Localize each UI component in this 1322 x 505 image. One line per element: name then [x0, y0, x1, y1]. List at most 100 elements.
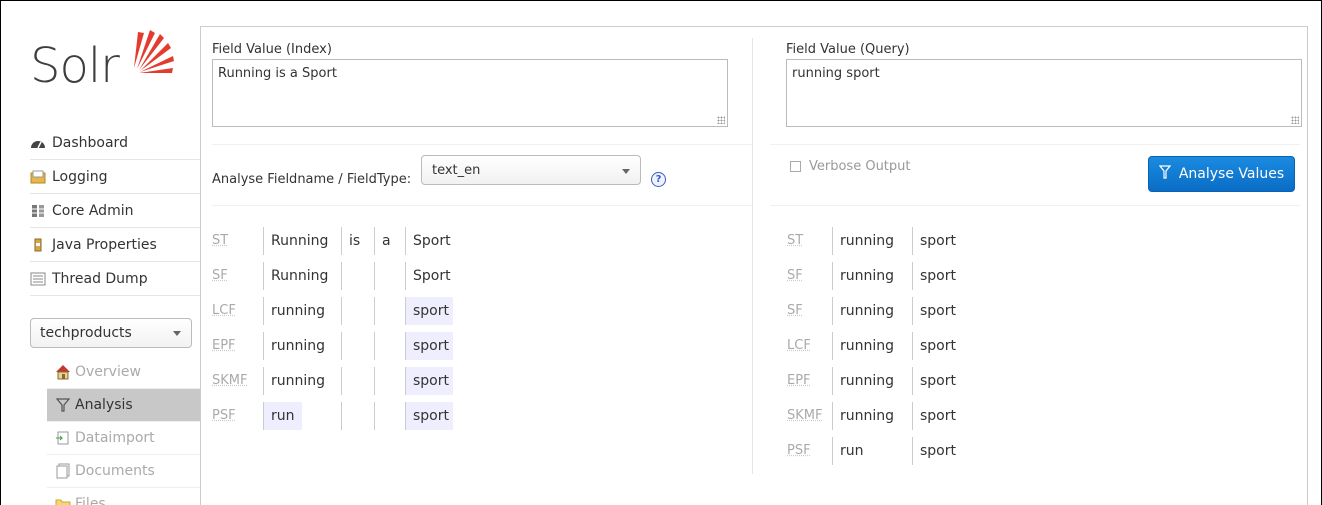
stage-label[interactable]: ST	[787, 233, 803, 248]
verbose-label: Verbose Output	[809, 159, 911, 174]
token: running	[263, 367, 333, 395]
core-selector-value: techproducts	[40, 325, 132, 341]
verbose-checkbox[interactable]	[790, 161, 801, 172]
core-nav: Overview Analysis Dataimport Documents F…	[47, 356, 200, 505]
token	[341, 262, 374, 290]
stage-label[interactable]: EPF	[787, 373, 811, 388]
token: sport	[912, 437, 972, 465]
stage-label[interactable]: SF	[787, 268, 803, 283]
nav-label: Thread Dump	[52, 270, 148, 287]
dashboard-icon	[30, 136, 46, 150]
filter-icon	[1158, 165, 1172, 183]
stage-label[interactable]: PSF	[787, 443, 811, 458]
token: running	[832, 227, 904, 255]
token: sport	[912, 367, 972, 395]
fieldtype-select[interactable]: text_en	[421, 155, 641, 185]
stage-label[interactable]: SKMF	[787, 408, 822, 423]
core-admin-icon	[30, 204, 46, 218]
token: running	[832, 402, 904, 430]
token	[374, 297, 405, 325]
token	[374, 332, 405, 360]
divider	[212, 144, 752, 145]
index-field-value: Running is a Sport	[218, 66, 337, 81]
token: Sport	[405, 262, 465, 290]
token	[374, 367, 405, 395]
token: sport	[912, 332, 972, 360]
query-field-value-input[interactable]: running sport	[786, 59, 1302, 127]
nav-java-properties[interactable]: Java Properties	[30, 228, 200, 262]
query-field-value: running sport	[792, 66, 880, 81]
token: sport	[405, 332, 453, 360]
index-field-label: Field Value (Index)	[212, 42, 332, 57]
logo-text: Solr	[30, 38, 120, 94]
analyse-values-label: Analyse Values	[1178, 166, 1285, 182]
token: is	[341, 227, 374, 255]
token: sport	[912, 297, 972, 325]
resize-grip-icon[interactable]	[1291, 116, 1299, 124]
java-properties-icon	[30, 238, 46, 252]
stage-label[interactable]: SKMF	[212, 373, 247, 388]
chevron-down-icon	[173, 331, 181, 336]
nav-label: Dashboard	[52, 134, 128, 151]
token: sport	[912, 262, 972, 290]
verbose-output-toggle[interactable]: Verbose Output	[790, 159, 911, 174]
token: sport	[405, 402, 453, 430]
nav-label: Java Properties	[52, 236, 157, 253]
core-nav-dataimport[interactable]: Dataimport	[47, 422, 200, 455]
core-nav-label: Analysis	[75, 397, 133, 413]
core-nav-documents[interactable]: Documents	[47, 455, 200, 488]
token: a	[374, 227, 405, 255]
token: running	[832, 367, 904, 395]
filter-icon	[55, 397, 71, 413]
logging-icon	[30, 170, 46, 184]
fieldtype-label: Analyse Fieldname / FieldType:	[212, 172, 412, 187]
divider	[212, 205, 752, 206]
token: running	[832, 262, 904, 290]
stage-label[interactable]: LCF	[787, 338, 811, 353]
solr-logo[interactable]: Solr	[30, 24, 180, 94]
divider	[770, 205, 1300, 206]
token: run	[832, 437, 904, 465]
token: Sport	[405, 227, 465, 255]
token: sport	[912, 227, 972, 255]
stage-label[interactable]: ST	[212, 233, 228, 248]
stage-label[interactable]: LCF	[212, 303, 236, 318]
fieldtype-value: text_en	[432, 163, 481, 178]
help-icon[interactable]: ?	[651, 172, 666, 187]
analyse-values-button[interactable]: Analyse Values	[1148, 156, 1295, 192]
token	[374, 262, 405, 290]
core-nav-analysis[interactable]: Analysis	[47, 389, 200, 422]
token	[341, 297, 374, 325]
nav-core-admin[interactable]: Core Admin	[30, 194, 200, 228]
chevron-down-icon	[622, 169, 630, 174]
core-nav-label: Files	[75, 496, 106, 505]
token: running	[832, 297, 904, 325]
stage-label[interactable]: EPF	[212, 338, 236, 353]
divider	[770, 144, 1300, 145]
nav-logging[interactable]: Logging	[30, 160, 200, 194]
core-nav-label: Documents	[75, 463, 155, 479]
resize-grip-icon[interactable]	[717, 116, 725, 124]
documents-icon	[55, 463, 71, 479]
nav-dashboard[interactable]: Dashboard	[30, 126, 200, 160]
panel-divider	[752, 38, 753, 474]
nav-thread-dump[interactable]: Thread Dump	[30, 262, 200, 296]
token: running	[263, 297, 333, 325]
stage-label[interactable]: PSF	[212, 408, 236, 423]
core-nav-overview[interactable]: Overview	[47, 356, 200, 389]
stage-label[interactable]: SF	[787, 303, 803, 318]
token: sport	[405, 367, 453, 395]
token	[374, 402, 405, 430]
index-field-value-input[interactable]: Running is a Sport	[212, 59, 728, 127]
core-nav-files[interactable]: Files	[47, 488, 200, 505]
main-nav: Dashboard Logging Core Admin Java Proper…	[30, 126, 200, 296]
dataimport-icon	[55, 430, 71, 446]
token: running	[832, 332, 904, 360]
token: running	[263, 332, 333, 360]
token	[341, 367, 374, 395]
home-icon	[55, 364, 71, 380]
core-selector[interactable]: techproducts	[30, 318, 192, 348]
stage-label[interactable]: SF	[212, 268, 228, 283]
folder-icon	[55, 496, 71, 505]
sunburst-icon	[134, 30, 174, 73]
